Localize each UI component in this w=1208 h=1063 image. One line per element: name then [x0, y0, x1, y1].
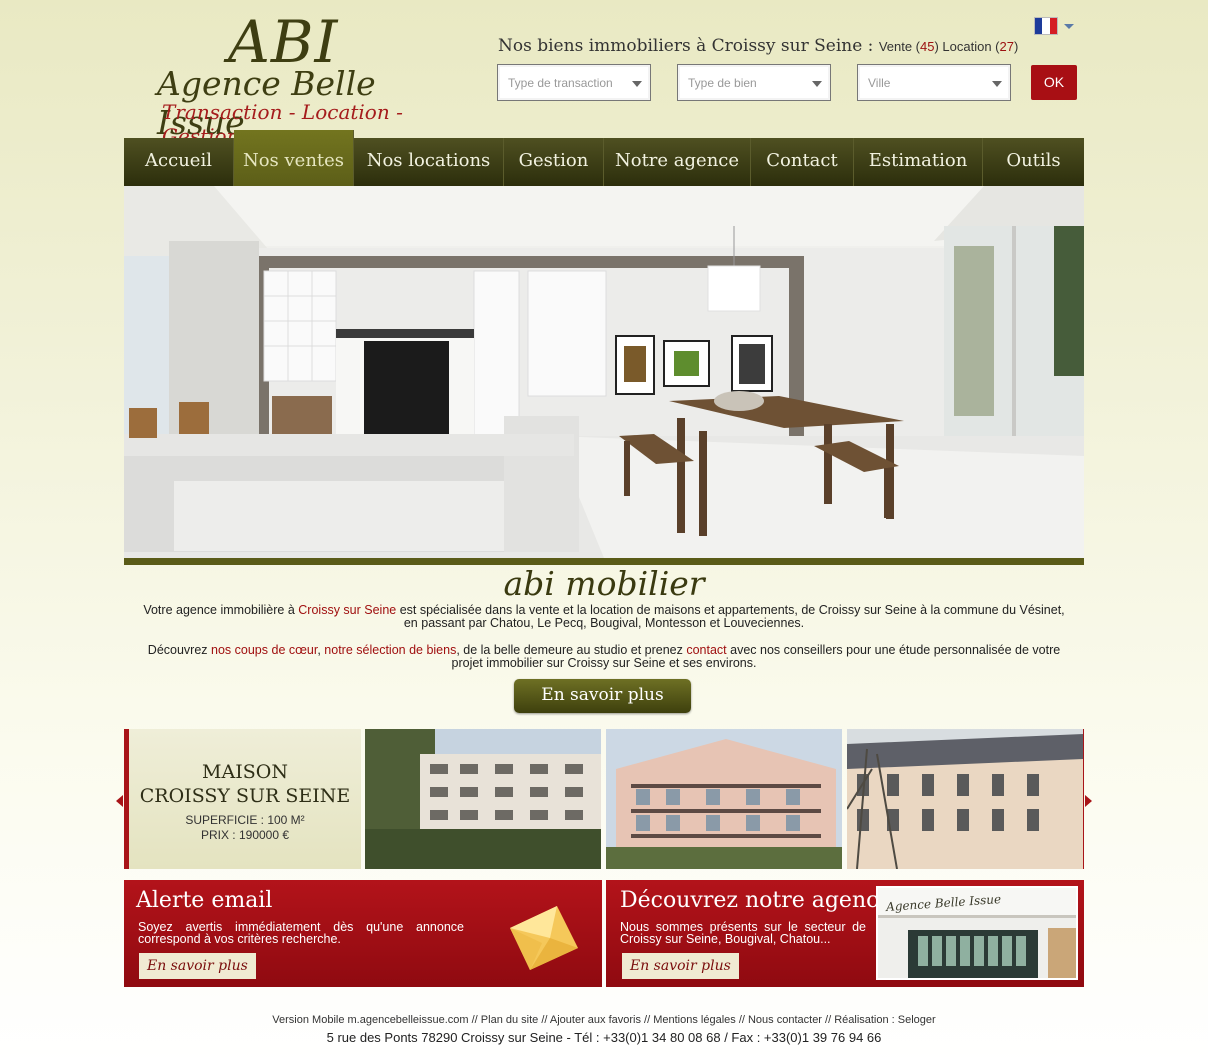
city-select[interactable]: Ville	[857, 64, 1011, 101]
selection-biens-link[interactable]: notre sélection de biens	[324, 643, 456, 657]
contact-link[interactable]: contact	[686, 643, 726, 657]
vente-label[interactable]: Vente (	[879, 39, 920, 54]
location-label[interactable]: ) Location (	[934, 39, 999, 54]
agency-storefront-photo[interactable]: Agence Belle Issue	[876, 886, 1078, 980]
property-thumbnail[interactable]	[606, 729, 842, 869]
nav-item-nos-ventes[interactable]: Nos ventes	[234, 130, 354, 186]
header-title: Nos biens immobiliers à Croissy sur Sein…	[498, 36, 874, 56]
email-alert-more-button[interactable]: En savoir plus	[139, 953, 256, 979]
hero-interior-image	[124, 186, 1084, 558]
email-alert-box: Alerte email Soyez avertis immédiatement…	[124, 880, 602, 987]
nav-item-notre-agence[interactable]: Notre agence	[604, 138, 751, 186]
nav-item-nos-locations[interactable]: Nos locations	[354, 138, 504, 186]
featured-property-card[interactable]: MAISON CROISSY SUR SEINE SUPERFICIE : 10…	[129, 729, 361, 869]
nav-item-gestion[interactable]: Gestion	[504, 138, 604, 186]
croissy-link[interactable]: Croissy sur Seine	[298, 603, 396, 617]
agency-text: Nous sommes présents sur le secteur de C…	[620, 920, 866, 946]
intro-paragraph-2: Découvrez nos coups de cœur, notre sélec…	[140, 644, 1068, 670]
agency-title: Découvrez notre agence	[620, 888, 892, 913]
agency-more-button[interactable]: En savoir plus	[622, 953, 739, 979]
footer-address: 5 rue des Ponts 78290 Croissy sur Seine …	[326, 1030, 882, 1045]
close-paren: )	[1014, 39, 1019, 54]
dropdown-arrow-icon	[992, 81, 1002, 87]
site-logo[interactable]: ABI Agence Belle Issue Transaction - Loc…	[150, 8, 450, 148]
coups-de-coeur-link[interactable]: nos coups de cœur	[211, 643, 317, 657]
property-carousel: MAISON CROISSY SUR SEINE SUPERFICIE : 10…	[116, 729, 1092, 869]
property-thumbnail[interactable]	[365, 729, 601, 869]
transaction-type-select[interactable]: Type de transaction	[497, 64, 651, 101]
email-alert-text: Soyez avertis immédiatement dès qu'une a…	[138, 920, 464, 946]
envelope-icon	[510, 906, 578, 970]
nav-item-accueil[interactable]: Accueil	[124, 138, 234, 186]
intro-title: abi mobilier	[503, 564, 705, 603]
en-savoir-plus-button[interactable]: En savoir plus	[514, 679, 691, 713]
property-surface: SUPERFICIE : 100 M²	[185, 813, 305, 827]
email-alert-title: Alerte email	[136, 888, 273, 913]
dropdown-arrow-icon	[812, 81, 822, 87]
intro-text: est spécialisée dans la vente et la loca…	[396, 603, 1065, 630]
dropdown-arrow-icon	[632, 81, 642, 87]
main-nav: Accueil Nos ventes Nos locations Gestion…	[124, 130, 1084, 186]
property-type-placeholder: Type de bien	[688, 76, 757, 90]
nav-item-estimation[interactable]: Estimation	[854, 138, 983, 186]
city-placeholder: Ville	[868, 76, 891, 90]
nav-item-outils[interactable]: Outils	[983, 138, 1084, 186]
footer-links[interactable]: Version Mobile m.agencebelleissue.com //…	[0, 1014, 1208, 1026]
nav-item-contact[interactable]: Contact	[751, 138, 854, 186]
property-city: CROISSY SUR SEINE	[139, 785, 351, 807]
location-count[interactable]: 27	[1000, 39, 1014, 54]
listing-count-header: Nos biens immobiliers à Croissy sur Sein…	[498, 36, 1018, 56]
intro-text: Votre agence immobilière à	[143, 603, 299, 617]
carousel-next-arrow-icon[interactable]	[1085, 795, 1092, 807]
intro-text: , de la belle demeure au studio et prene…	[456, 643, 687, 657]
property-price: PRIX : 190000 €	[200, 828, 290, 842]
transaction-type-placeholder: Type de transaction	[508, 76, 613, 90]
carousel-prev-arrow-icon[interactable]	[116, 795, 123, 807]
property-type-select[interactable]: Type de bien	[677, 64, 831, 101]
french-flag-icon[interactable]	[1034, 17, 1058, 35]
chevron-down-icon[interactable]	[1064, 24, 1074, 29]
vente-count[interactable]: 45	[920, 39, 934, 54]
property-type: MAISON	[202, 761, 288, 783]
search-ok-button[interactable]: OK	[1031, 65, 1077, 100]
intro-text: Découvrez	[147, 643, 212, 657]
agency-box: Découvrez notre agence Nous sommes prése…	[606, 880, 1084, 987]
intro-paragraph-1: Votre agence immobilière à Croissy sur S…	[140, 604, 1068, 630]
property-thumbnail[interactable]	[847, 729, 1083, 869]
